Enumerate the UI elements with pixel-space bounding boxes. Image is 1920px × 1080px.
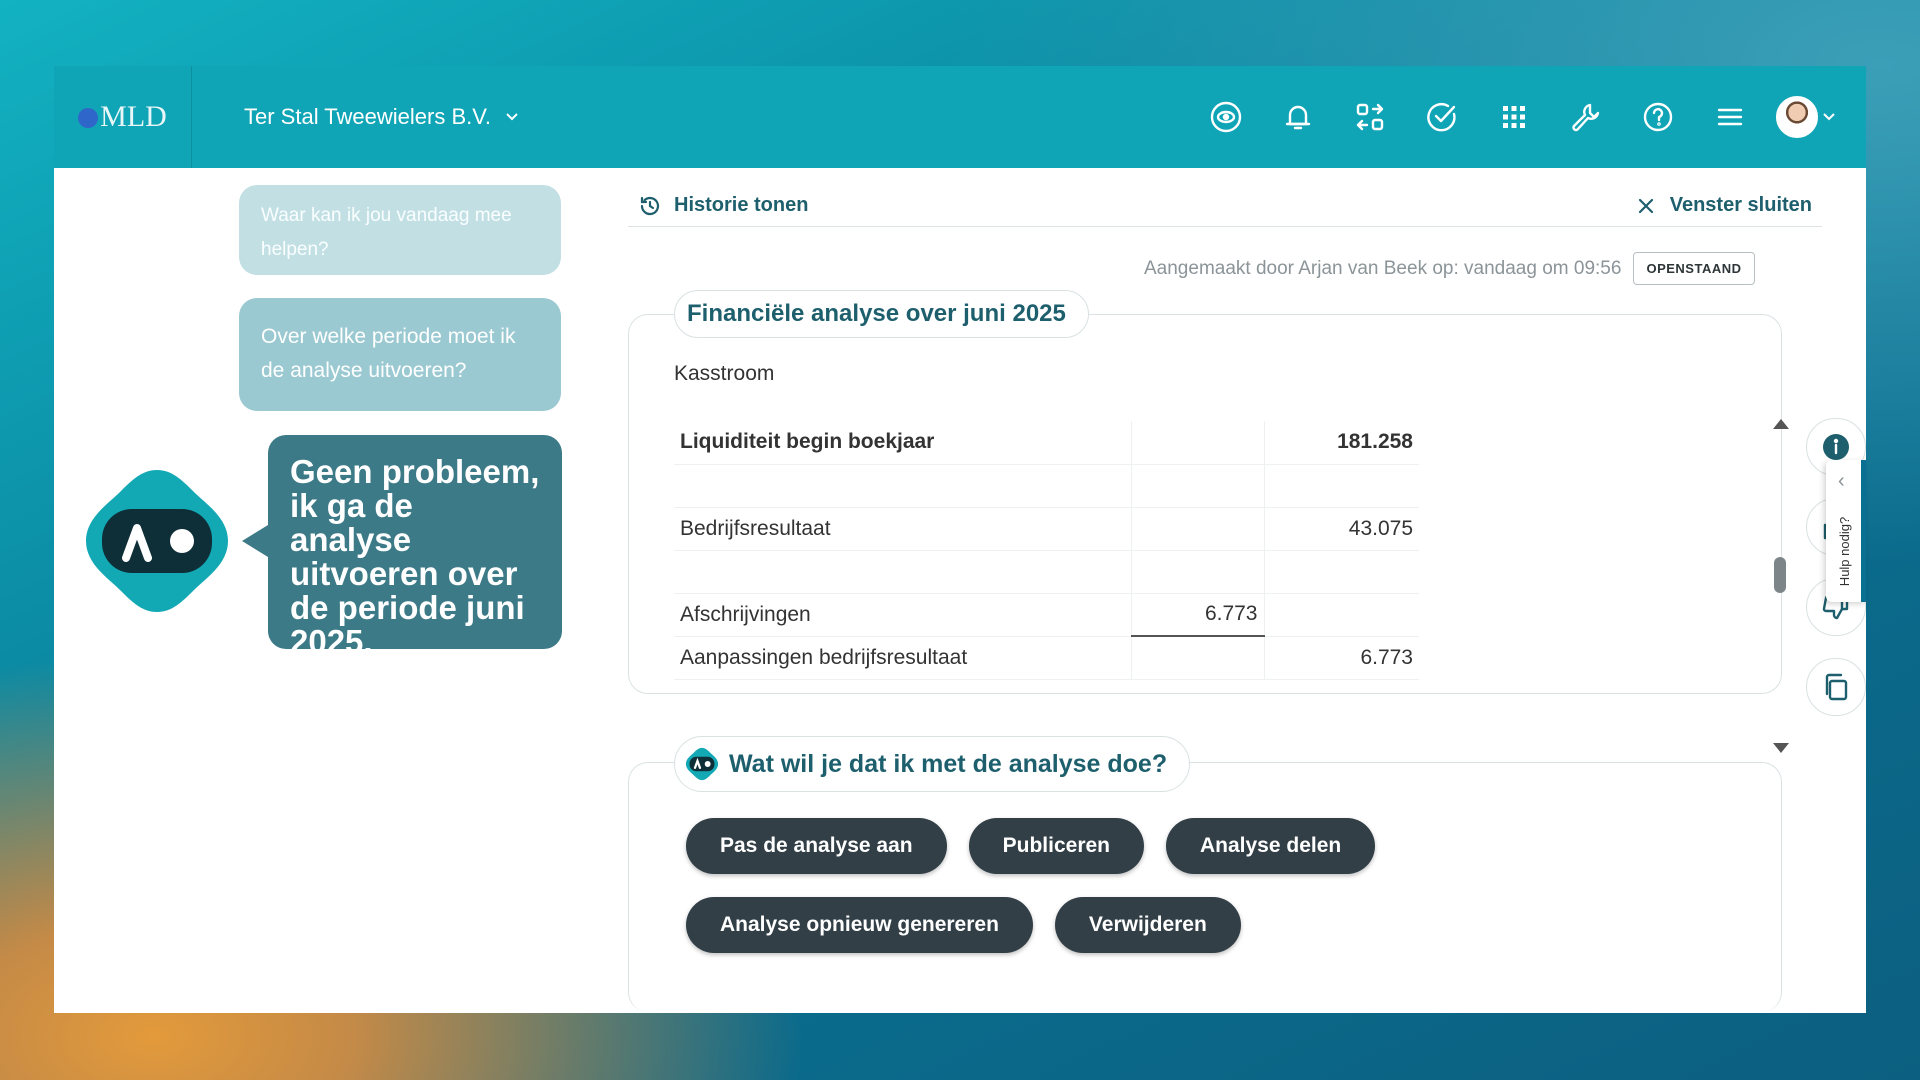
row-label — [674, 550, 1132, 594]
scroll-down-arrow[interactable] — [1773, 743, 1789, 753]
close-window-button[interactable]: Venster sluiten — [1624, 194, 1822, 218]
share-analysis-button[interactable]: Analyse delen — [1166, 818, 1376, 874]
row-value-total: 181.258 — [1264, 421, 1419, 465]
analysis-meta: Aangemaakt door Arjan van Beek op: vanda… — [1144, 252, 1755, 285]
help-tab-label: Hulp nodig? — [1837, 516, 1853, 587]
apps-grid-icon[interactable] — [1478, 81, 1550, 153]
row-value-total — [1264, 550, 1419, 594]
chevron-down-icon — [1823, 113, 1835, 121]
logo-mark — [78, 108, 99, 128]
menu-icon[interactable] — [1694, 81, 1766, 153]
row-value-sub — [1131, 636, 1265, 680]
table-row: Aanpassingen bedrijfsresultaat 6.773 — [674, 636, 1419, 680]
chevron-left-icon: ‹ — [1838, 470, 1845, 492]
app-window: MLD Ter Stal Tweewielers B.V. Waar kan i… — [54, 66, 1866, 1013]
row-label — [674, 464, 1132, 508]
row-label: Afschrijvingen — [674, 593, 1132, 637]
company-name: Ter Stal Tweewielers B.V. — [244, 104, 492, 129]
row-value-sub — [1131, 507, 1265, 551]
analysis-title: Financiële analyse over juni 2025 — [674, 290, 1089, 338]
top-navigation-bar: MLD Ter Stal Tweewielers B.V. — [54, 66, 1866, 168]
user-menu[interactable] — [1776, 96, 1836, 138]
bell-icon[interactable] — [1262, 81, 1334, 153]
logo-text: MLD — [100, 100, 167, 133]
history-button[interactable]: Historie tonen — [628, 194, 818, 218]
row-label: Bedrijfsresultaat — [674, 507, 1132, 551]
chevron-down-icon — [506, 113, 518, 121]
assistant-bot-icon — [86, 470, 228, 612]
check-circle-icon[interactable] — [1406, 81, 1478, 153]
row-value-total: 43.075 — [1264, 507, 1419, 551]
table-row: Bedrijfsresultaat 43.075 — [674, 507, 1419, 551]
copy-icon — [1825, 673, 1848, 701]
action-buttons-row-2: Analyse opnieuw genereren Verwijderen — [686, 897, 1241, 953]
chat-message-question-2: Over welke periode moet ik de analyse ui… — [239, 298, 561, 411]
regenerate-analysis-button[interactable]: Analyse opnieuw genereren — [686, 897, 1033, 953]
publish-button[interactable]: Publiceren — [968, 818, 1144, 874]
table-row: Liquiditeit begin boekjaar 181.258 — [674, 421, 1419, 465]
scrollbar-thumb[interactable] — [1774, 557, 1786, 593]
actions-title-pill: Wat wil je dat ik met de analyse doe? — [674, 736, 1191, 792]
chat-message-question-1: Waar kan ik jou vandaag mee helpen? — [239, 185, 561, 275]
actions-title: Wat wil je dat ik met de analyse doe? — [729, 749, 1168, 778]
header-icon-bar — [1190, 66, 1836, 168]
row-value-total: 6.773 — [1264, 636, 1419, 680]
status-badge: OPENSTAAND — [1633, 252, 1755, 285]
action-buttons-row-1: Pas de analyse aan Publiceren Analyse de… — [686, 818, 1376, 874]
actions-card — [628, 762, 1782, 1012]
cashflow-table: Liquiditeit begin boekjaar 181.258 Bedri… — [674, 421, 1419, 680]
history-icon — [640, 196, 660, 215]
table-row — [674, 464, 1419, 508]
help-tab[interactable]: ‹ Hulp nodig? — [1826, 460, 1866, 602]
row-label: Liquiditeit begin boekjaar — [674, 421, 1132, 465]
close-label: Venster sluiten — [1669, 194, 1812, 216]
panel-header: Historie tonen Venster sluiten — [628, 185, 1822, 227]
logo[interactable]: MLD — [54, 66, 192, 168]
row-value-sub — [1131, 550, 1265, 594]
table-row — [674, 550, 1419, 594]
created-by-text: Aangemaakt door Arjan van Beek op: vanda… — [1144, 257, 1622, 279]
section-label: Kasstroom — [674, 362, 775, 385]
chat-message-bot-reply: Geen probleem, ik ga de analyse uitvoere… — [242, 435, 562, 659]
table-row: Afschrijvingen 6.773 — [674, 593, 1419, 637]
scroll-up-arrow[interactable] — [1773, 419, 1789, 429]
row-value-total — [1264, 464, 1419, 508]
help-icon[interactable] — [1622, 81, 1694, 153]
wrench-icon[interactable] — [1550, 81, 1622, 153]
info-icon — [1823, 434, 1849, 460]
eye-icon[interactable] — [1190, 81, 1262, 153]
close-icon — [1638, 198, 1653, 213]
row-value-sub — [1131, 421, 1265, 465]
delete-button[interactable]: Verwijderen — [1054, 897, 1241, 953]
switch-icon[interactable] — [1334, 81, 1406, 153]
company-selector[interactable]: Ter Stal Tweewielers B.V. — [244, 104, 519, 130]
avatar — [1776, 96, 1818, 138]
history-label: Historie tonen — [674, 194, 809, 216]
row-label: Aanpassingen bedrijfsresultaat — [674, 636, 1132, 680]
copy-button[interactable] — [1806, 658, 1866, 716]
row-value-sub: 6.773 — [1131, 593, 1265, 637]
row-value-total — [1264, 593, 1419, 637]
adjust-analysis-button[interactable]: Pas de analyse aan — [686, 818, 947, 874]
assistant-bot-icon — [685, 747, 719, 781]
row-value-sub — [1131, 464, 1265, 508]
